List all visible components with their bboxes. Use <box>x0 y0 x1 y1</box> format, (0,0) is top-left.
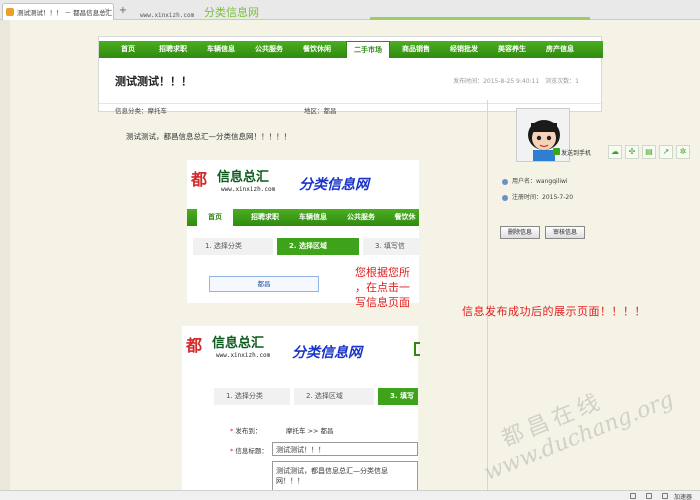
user-name: 用户名：wangqiliwi <box>512 178 568 185</box>
instruction-note: 您根据您所 ，在点击一 写信息页面 <box>355 266 410 309</box>
embedded-nav-home[interactable]: 首页 <box>197 209 233 226</box>
post-body-text: 测试测试，都昌信息总汇—分类信息网！！！！！ <box>126 132 291 141</box>
embedded-nav: 首页 招聘求职 车辆信息 公共服务 餐饮休 <box>187 209 419 226</box>
share-toolbar: ☁ ✣ ▤ ↗ ✲ <box>608 145 694 159</box>
settings-icon[interactable]: ✲ <box>676 145 690 159</box>
step-choose-region: 2. 选择区域 <box>277 238 359 255</box>
browser-tab[interactable]: 测试测试！！！ － 都昌信息总汇 ✕ <box>2 3 114 20</box>
header-box-edge <box>414 342 420 356</box>
scrolled-header-logo: www.xinxizh.com 分类信息网 <box>140 6 390 20</box>
status-icon-1[interactable] <box>630 493 636 499</box>
accelerator-label[interactable]: 加速器 <box>674 492 692 500</box>
new-tab-icon[interactable]: + <box>117 5 129 17</box>
main-nav: 首页 招聘求职 车辆信息 公共服务 餐饮休闲 二手市场 商品销售 经销批发 美容… <box>99 41 603 58</box>
edit-info-button[interactable]: 审核信息 <box>545 226 585 239</box>
nav-item-vehicles[interactable]: 车辆信息 <box>199 41 243 58</box>
tab-title: 测试测试！！！ － 都昌信息总汇 <box>17 9 113 17</box>
export-icon[interactable]: ↗ <box>659 145 673 159</box>
region-button[interactable]: 都昌 <box>209 276 319 292</box>
delete-info-button[interactable]: 删除信息 <box>500 226 540 239</box>
page-left-gutter <box>0 20 10 490</box>
nav-item-services[interactable]: 公共服务 <box>247 41 291 58</box>
step-fill-info: 3. 填写信 <box>363 238 419 255</box>
info-description-textarea[interactable]: 测试测试，都昌信息总汇—分类信息网！！！ <box>272 461 418 492</box>
embedded-screenshot-1: 都 信息总汇 www.xinxizh.com 分类信息网 首页 招聘求职 车辆信… <box>187 160 419 309</box>
nav-item-realestate[interactable]: 房产信息 <box>538 41 582 58</box>
save-icon[interactable]: ▤ <box>642 145 656 159</box>
nav-item-home[interactable]: 首页 <box>109 41 147 58</box>
post-region: 地区：都昌 <box>304 107 337 115</box>
nav-item-jobs[interactable]: 招聘求职 <box>151 41 195 58</box>
publish-to-label: * 发布到： <box>230 427 262 435</box>
header-url-text: www.xinxizh.com <box>140 12 195 19</box>
site-logo: 都 信息总汇 www.xinxizh.com 分类信息网 <box>187 160 419 202</box>
info-title-input[interactable]: 测试测试！！！ <box>272 442 418 456</box>
logo-mark-2: 都 <box>186 336 203 355</box>
publish-to-value: 摩托车 >> 都昌 <box>286 427 334 435</box>
info-title-label: * 信息标题： <box>230 447 268 455</box>
nav-item-dining[interactable]: 餐饮休闲 <box>295 41 339 58</box>
logo-slogan: 分类信息网 <box>299 177 369 193</box>
logo-url-2: www.xinxizh.com <box>216 352 271 359</box>
step2-choose-category: 1. 选择分类 <box>214 388 290 405</box>
info-title-label-text: 信息标题： <box>235 447 268 455</box>
expand-icon[interactable]: ✣ <box>625 145 639 159</box>
embedded-nav-vehicles[interactable]: 车辆信息 <box>291 209 335 226</box>
cloud-icon[interactable]: ☁ <box>608 145 622 159</box>
header-green-bar <box>370 17 590 20</box>
status-icon-2[interactable] <box>646 493 652 499</box>
logo-mark: 都 <box>191 170 208 189</box>
send-to-phone-link[interactable]: 发送到手机 <box>561 148 591 157</box>
logo-name-2: 信息总汇 <box>212 336 265 351</box>
step-indicator-2: 1. 选择分类 2. 选择区域 3. 填写 <box>214 388 418 405</box>
site-logo-2: 都 信息总汇 www.xinxizh.com 分类信息网 <box>182 326 420 368</box>
close-icon[interactable]: ✕ <box>104 7 110 15</box>
nav-item-secondhand[interactable]: 二手市场 <box>346 41 390 58</box>
favicon-icon <box>6 8 14 16</box>
register-date-row: 注册时间：2015-7-20 <box>502 192 573 201</box>
step-choose-category: 1. 选择分类 <box>193 238 273 255</box>
browser-tab-strip: 测试测试！！！ － 都昌信息总汇 ✕ + www.xinxizh.com 分类信… <box>0 0 700 20</box>
user-name-row: 用户名：wangqiliwi <box>502 176 568 185</box>
user-icon <box>502 178 508 185</box>
step2-fill-info: 3. 填写 <box>378 388 418 405</box>
header-slogan-text: 分类信息网 <box>204 6 259 19</box>
embedded-screenshot-2: 都 信息总汇 www.xinxizh.com 分类信息网 1. 选择分类 2. … <box>182 326 420 492</box>
logo-url: www.xinxizh.com <box>221 186 276 193</box>
embedded-nav-services[interactable]: 公共服务 <box>339 209 383 226</box>
nav-item-wholesale[interactable]: 经销批发 <box>442 41 486 58</box>
step-indicator: 1. 选择分类 2. 选择区域 3. 填写信 <box>187 238 419 255</box>
embedded-nav-dining[interactable]: 餐饮休 <box>387 209 419 226</box>
step2-choose-region: 2. 选择区域 <box>294 388 374 405</box>
post-meta: 发布时间：2015-8-25 9:40:11 浏览次数：1 <box>453 78 579 85</box>
phone-icon <box>553 148 560 155</box>
logo-slogan-2: 分类信息网 <box>292 345 362 361</box>
embedded-nav-jobs[interactable]: 招聘求职 <box>243 209 287 226</box>
status-icon-3[interactable] <box>662 493 668 499</box>
register-date: 注册时间：2015-7-20 <box>512 194 574 201</box>
nav-item-goods[interactable]: 商品销售 <box>394 41 438 58</box>
clock-icon <box>502 194 508 201</box>
post-category: 信息分类：摩托车 <box>115 107 167 115</box>
publish-to-label-text: 发布到： <box>235 427 262 435</box>
result-caption: 信息发布成功后的展示页面！！！！ <box>462 305 646 318</box>
post-title: 测试测试！！！ <box>115 75 192 88</box>
logo-name: 信息总汇 <box>217 170 270 185</box>
nav-item-beauty[interactable]: 美容养生 <box>490 41 534 58</box>
browser-status-bar: 加速器 <box>0 490 700 500</box>
